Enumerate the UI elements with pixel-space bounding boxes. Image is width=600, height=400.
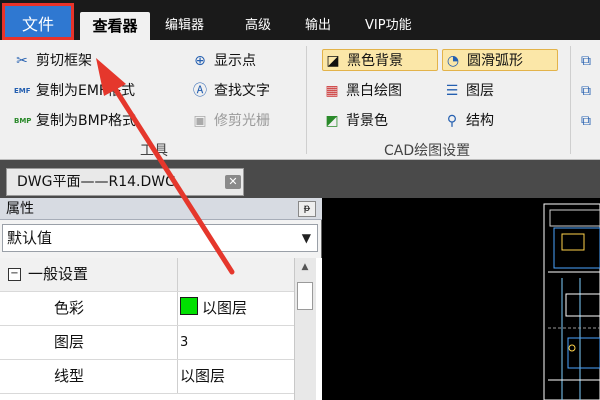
tool-icon: ⧉ <box>581 83 591 99</box>
tab-viewer[interactable]: 查看器 <box>80 12 150 40</box>
property-preset-select[interactable]: 默认值 ▼ <box>2 224 318 252</box>
clip-frame-icon: ✂ <box>16 53 28 69</box>
structure-label: 结构 <box>466 113 494 129</box>
copy-bmp-label: 复制为BMP格式 <box>36 113 137 129</box>
copy-emf-button[interactable]: EMF 复制为EMF格式 <box>12 80 135 102</box>
find-text-label: 查找文字 <box>214 83 270 99</box>
property-value[interactable]: 以图层 <box>180 360 294 393</box>
tool-icon: ⧉ <box>581 113 591 129</box>
tab-output[interactable]: 输出 <box>305 12 331 40</box>
property-name: 色彩 <box>0 292 178 325</box>
tab-advanced[interactable]: 高级 <box>245 12 271 40</box>
bw-drawing-label: 黑白绘图 <box>346 83 402 99</box>
structure-icon: ⚲ <box>446 113 458 129</box>
properties-panel: 属性 ᵽ 默认值 ▼ − 一般设置 色彩 以图层 图层 3 线型 以图层 ▲ <box>0 198 322 400</box>
bmp-icon: BMP <box>14 117 32 125</box>
close-icon[interactable]: ✕ <box>225 175 241 189</box>
tab-vip[interactable]: VIP功能 <box>365 12 412 40</box>
copy-emf-label: 复制为EMF格式 <box>36 83 135 99</box>
pin-icon[interactable]: ᵽ <box>298 201 316 217</box>
scroll-thumb[interactable] <box>297 282 313 310</box>
section-general-label: 一般设置 <box>0 258 178 291</box>
document-tab-title: DWG平面——R14.DWG <box>17 174 176 190</box>
crosshair-icon: ⊕ <box>194 53 206 69</box>
group-divider <box>570 46 571 154</box>
table-row[interactable]: 线型 以图层 <box>0 360 294 394</box>
smooth-arc-icon: ◔ <box>446 53 460 69</box>
layers-button[interactable]: ☰ 图层 <box>442 80 494 102</box>
properties-title: 属性 ᵽ <box>0 198 322 220</box>
property-value[interactable]: 以图层 <box>180 292 294 325</box>
property-name: 图层 <box>0 326 178 359</box>
ribbon-panel: ✂ 剪切框架 EMF 复制为EMF格式 BMP 复制为BMP格式 ⊕ 显示点 Ⓐ… <box>0 40 600 160</box>
table-row[interactable]: 图层 3 <box>0 326 294 360</box>
property-value-text: 以图层 <box>202 299 248 317</box>
layers-label: 图层 <box>466 83 494 99</box>
layers-icon: ☰ <box>445 83 459 99</box>
clip-frame-label: 剪切框架 <box>36 53 92 69</box>
emf-icon: EMF <box>14 87 31 95</box>
black-bg-icon: ◪ <box>326 53 340 69</box>
property-value[interactable]: 3 <box>180 326 294 359</box>
section-general[interactable]: − 一般设置 <box>0 258 294 292</box>
structure-button[interactable]: ⚲ 结构 <box>442 110 494 132</box>
ribbon-tab-bar: 文件 查看器 编辑器 高级 输出 VIP功能 <box>0 0 600 40</box>
black-background-label: 黑色背景 <box>347 53 403 69</box>
find-text-button[interactable]: Ⓐ 查找文字 <box>190 80 270 102</box>
show-points-button[interactable]: ⊕ 显示点 <box>190 50 256 72</box>
color-swatch <box>180 297 198 315</box>
section-general-value <box>180 258 294 291</box>
trim-raster-button[interactable]: ▣ 修剪光栅 <box>190 110 270 132</box>
bg-color-icon: ◩ <box>325 113 339 129</box>
tools-group-label: 工具 <box>140 143 168 159</box>
show-points-label: 显示点 <box>214 53 256 69</box>
tool-icon: ⧉ <box>581 53 591 69</box>
group-divider <box>306 46 307 154</box>
smooth-arc-button[interactable]: ◔ 圆滑弧形 <box>442 49 558 71</box>
background-color-button[interactable]: ◩ 背景色 <box>322 110 388 132</box>
property-grid: − 一般设置 色彩 以图层 图层 3 线型 以图层 ▲ <box>0 258 322 400</box>
smooth-arc-label: 圆滑弧形 <box>467 53 523 69</box>
cad-group-label: CAD绘图设置 <box>384 143 471 159</box>
bw-drawing-button[interactable]: ▦ 黑白绘图 <box>322 80 402 102</box>
property-preset-value: 默认值 <box>7 229 53 247</box>
copy-bmp-button[interactable]: BMP 复制为BMP格式 <box>12 110 136 132</box>
property-scrollbar[interactable]: ▲ <box>294 258 316 400</box>
document-tab[interactable]: DWG平面——R14.DWG ✕ <box>6 168 244 196</box>
find-text-icon: Ⓐ <box>193 83 207 99</box>
chevron-down-icon: ▼ <box>301 231 311 245</box>
bw-drawing-icon: ▦ <box>325 83 339 99</box>
background-color-label: 背景色 <box>346 113 388 129</box>
tab-file[interactable]: 文件 <box>2 3 74 40</box>
property-name: 线型 <box>0 360 178 393</box>
tab-editor[interactable]: 编辑器 <box>165 12 204 40</box>
document-tab-strip: DWG平面——R14.DWG ✕ <box>0 160 600 198</box>
app-window: 文件 查看器 编辑器 高级 输出 VIP功能 ✂ 剪切框架 EMF 复制为EMF… <box>0 0 600 400</box>
clip-frame-button[interactable]: ✂ 剪切框架 <box>12 50 92 72</box>
properties-title-label: 属性 <box>6 201 34 217</box>
trim-raster-label: 修剪光栅 <box>214 113 270 129</box>
more-tool-button-1[interactable]: ⧉ <box>576 50 600 72</box>
table-row[interactable]: 色彩 以图层 <box>0 292 294 326</box>
scroll-up-icon[interactable]: ▲ <box>297 260 313 274</box>
more-tool-button-3[interactable]: ⧉ <box>576 110 600 132</box>
trim-raster-icon: ▣ <box>193 113 207 129</box>
more-tool-button-2[interactable]: ⧉ <box>576 80 600 102</box>
black-background-button[interactable]: ◪ 黑色背景 <box>322 49 438 71</box>
drawing-canvas[interactable] <box>322 198 600 400</box>
cad-drawing-preview <box>543 203 600 400</box>
